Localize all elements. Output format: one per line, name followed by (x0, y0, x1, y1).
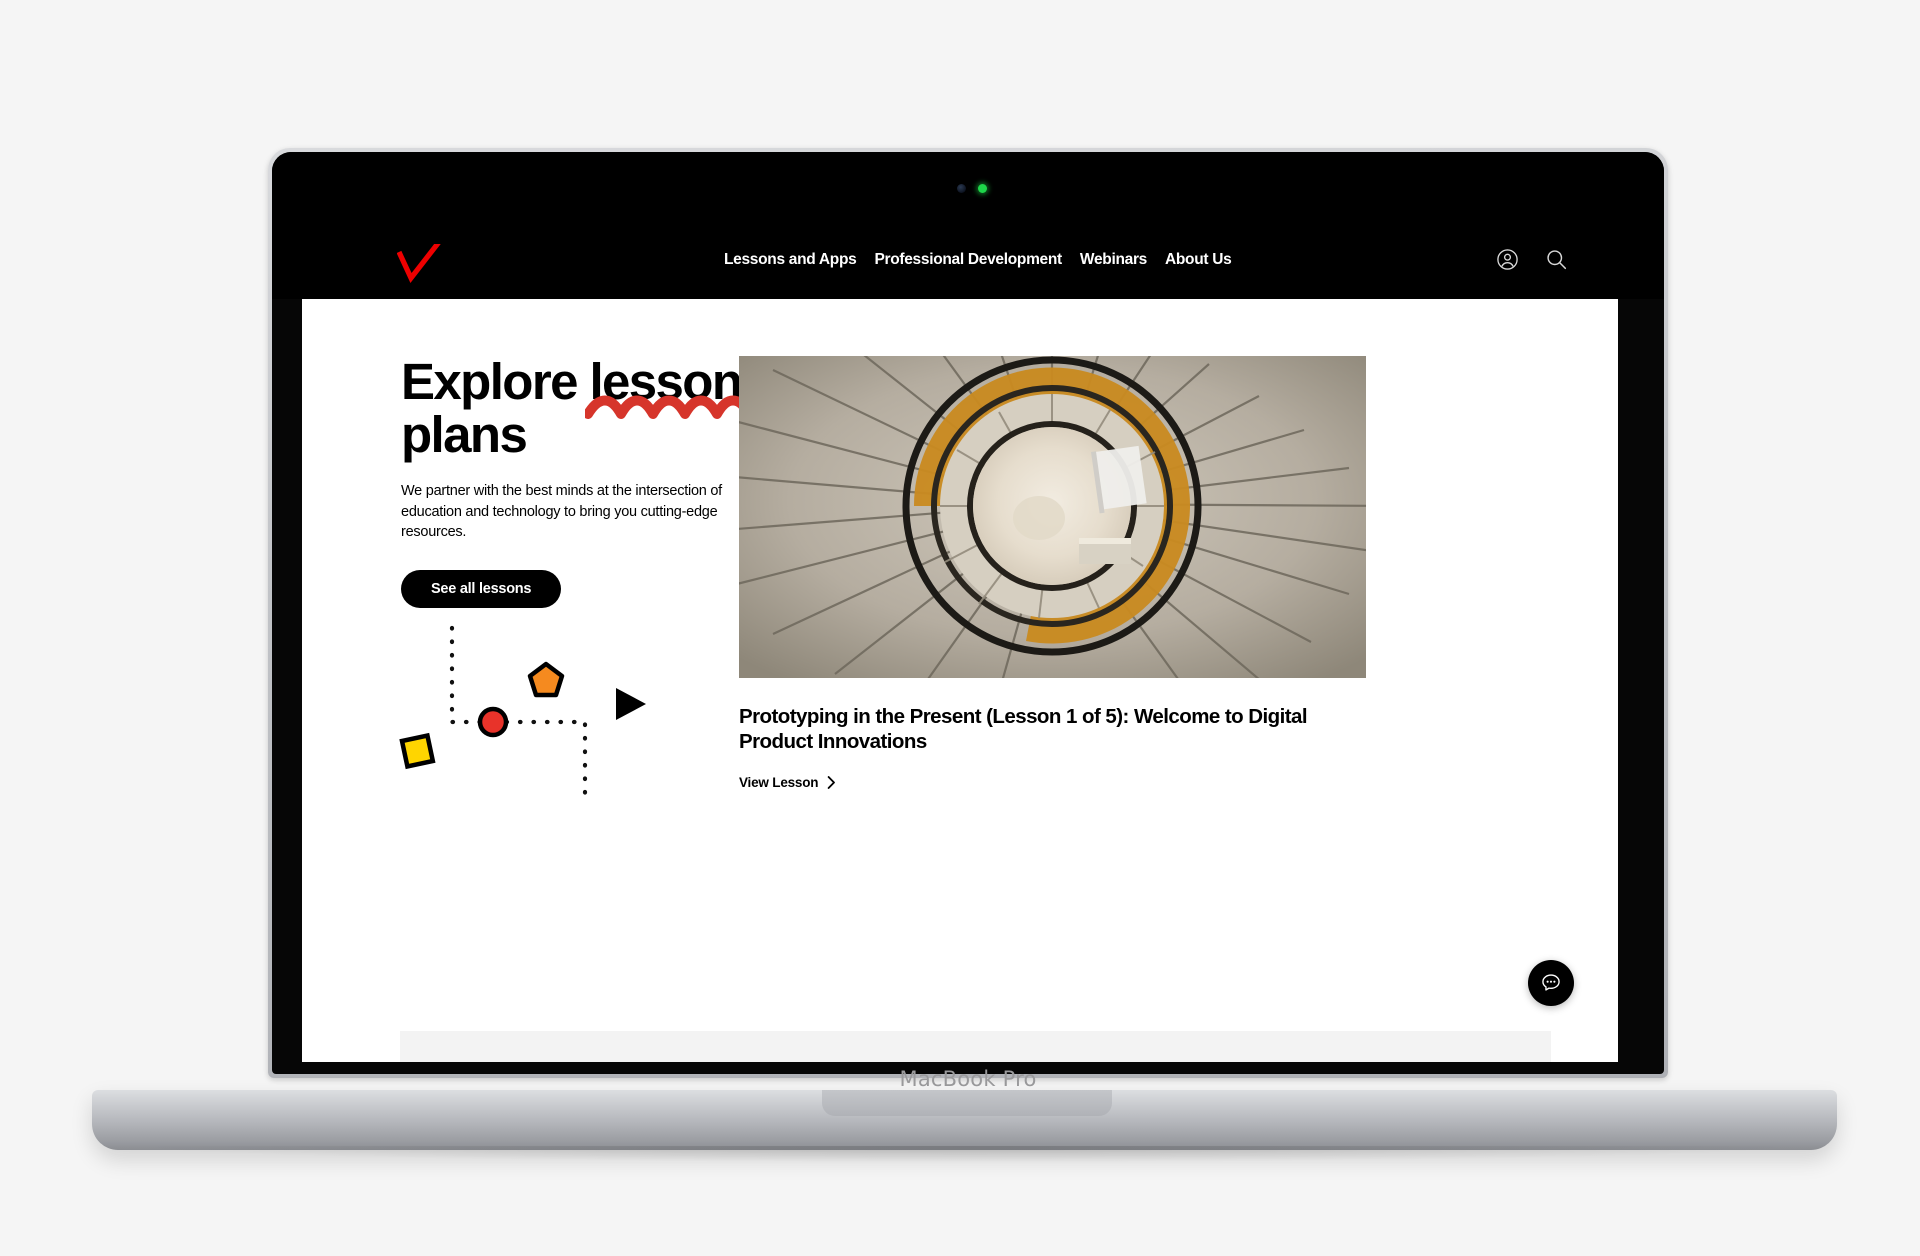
hero-title-line2: plans (401, 405, 528, 463)
see-all-lessons-button[interactable]: See all lessons (401, 569, 562, 608)
browser-viewport: Lessons and Apps Professional Developmen… (272, 152, 1664, 1062)
hero-section: Explore lesson plans We partner with the… (302, 299, 1618, 889)
featured-lesson-title: Prototyping in the Present (Lesson 1 of … (739, 705, 1308, 753)
laptop-base-notch (822, 1090, 1112, 1116)
site-header: Lessons and Apps Professional Developmen… (272, 152, 1664, 299)
primary-nav: Lessons and Apps Professional Developmen… (724, 251, 1232, 269)
featured-lesson-image (739, 356, 1366, 678)
nav-item-professional-development[interactable]: Professional Development (874, 251, 1062, 269)
header-actions (1496, 248, 1568, 271)
nav-item-lessons-and-apps[interactable]: Lessons and Apps (724, 251, 857, 269)
camera-lens-icon (957, 184, 966, 193)
hero-title-highlight: lesson (589, 353, 743, 410)
chevron-right-icon (828, 776, 836, 789)
account-icon[interactable] (1496, 248, 1519, 271)
view-lesson-label: View Lesson (739, 775, 819, 790)
decorative-shapes-group (399, 625, 646, 804)
black-triangle-icon (616, 688, 646, 720)
page-body: Explore lesson plans We partner with the… (302, 299, 1618, 1062)
red-circle-icon (477, 706, 509, 738)
subject-selection-panel: Select a subject or search for lessons A… (400, 1031, 1551, 1062)
nav-item-webinars[interactable]: Webinars (1080, 251, 1147, 269)
chat-widget-button[interactable] (1528, 960, 1574, 1006)
orange-pentagon-icon (527, 661, 565, 698)
verizon-checkmark-logo[interactable] (396, 240, 442, 284)
hero-subtitle: We partner with the best minds at the in… (401, 483, 722, 541)
hero-title-plain: Explore (401, 353, 590, 410)
laptop-mockup: Lessons and Apps Professional Developmen… (0, 0, 1920, 1256)
featured-lesson-card[interactable]: Prototyping in the Present (Lesson 1 of … (739, 356, 1366, 792)
nav-item-about-us[interactable]: About Us (1165, 251, 1232, 269)
search-icon[interactable] (1545, 248, 1568, 271)
dotted-path-icon (449, 625, 588, 804)
yellow-diamond-icon (399, 732, 436, 770)
hero-title-highlight-wrap: lesson (585, 353, 796, 419)
view-lesson-link[interactable]: View Lesson (739, 775, 836, 790)
chat-bubble-icon (1542, 974, 1560, 991)
laptop-shadow (150, 1146, 1780, 1162)
camera-led-indicator (978, 184, 987, 193)
